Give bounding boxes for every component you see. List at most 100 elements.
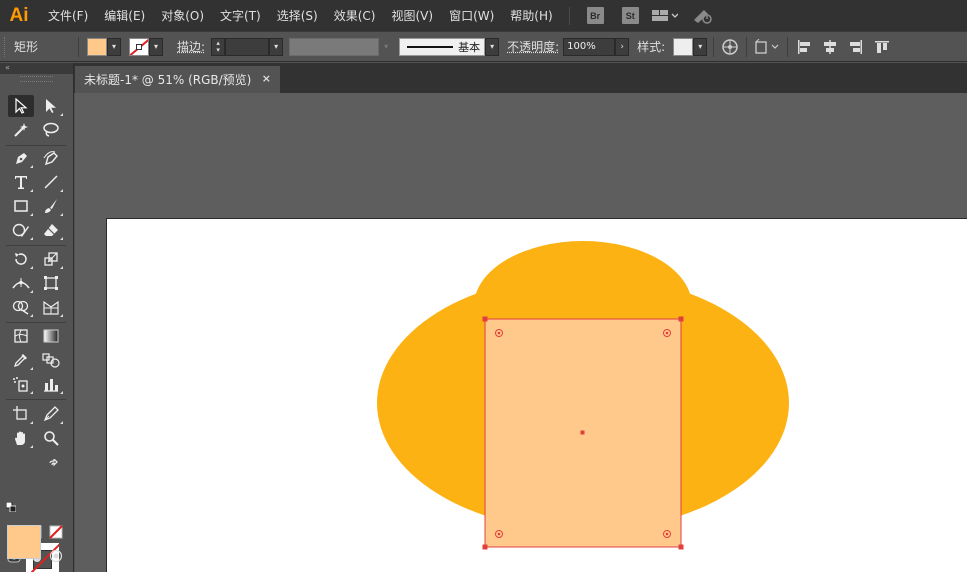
scale-tool[interactable] — [38, 248, 64, 270]
tool-panel-grip[interactable] — [20, 76, 53, 82]
tool-flyout-indicator — [30, 189, 33, 192]
stroke-dropdown-chevron-icon[interactable]: ▾ — [149, 37, 164, 56]
blend-tool[interactable] — [38, 349, 64, 371]
menu-effect[interactable]: 效果(C) — [326, 7, 384, 24]
shape-builder-tool[interactable] — [8, 296, 34, 318]
document-tab[interactable]: 未标题-1* @ 51% (RGB/预览) × — [75, 66, 280, 93]
menu-select[interactable]: 选择(S) — [269, 7, 326, 24]
recolor-artwork-icon[interactable] — [720, 37, 740, 57]
tool-flyout-indicator — [60, 266, 63, 269]
scale-icon — [44, 252, 58, 266]
paintbrush-tool[interactable] — [38, 195, 64, 217]
graphic-style-chevron-icon[interactable]: ▾ — [693, 37, 708, 56]
anchor-point-bottom-left[interactable] — [482, 544, 488, 550]
none-mode-button[interactable] — [47, 523, 65, 541]
menu-type[interactable]: 文字(T) — [212, 7, 269, 24]
width-tool-icon — [12, 278, 30, 289]
eyedropper-tool[interactable] — [8, 349, 34, 371]
fill-color-swatch[interactable] — [87, 37, 108, 56]
control-bar: 矩形 ▾ ▾ 描边: ▴ ▾ ▾ ▾ 基本 ▾ 不透明度: 100% › 样式: … — [0, 31, 967, 62]
align-top-icon[interactable] — [872, 37, 892, 57]
free-transform-tool[interactable] — [38, 272, 64, 294]
lasso-tool[interactable] — [38, 119, 64, 141]
variable-width-profile-select[interactable] — [289, 37, 380, 56]
fill-dropdown-chevron-icon[interactable]: ▾ — [107, 37, 122, 56]
align-horizontal-center-icon[interactable] — [820, 37, 840, 57]
anchor-point-top-right[interactable] — [678, 316, 684, 322]
control-bar-grip[interactable] — [4, 36, 10, 57]
menu-view[interactable]: 视图(V) — [383, 7, 441, 24]
curvature-tool[interactable] — [38, 147, 64, 169]
menu-object[interactable]: 对象(O) — [153, 7, 212, 24]
brush-line-icon — [407, 45, 454, 48]
align-to-icon[interactable] — [753, 37, 781, 57]
artboard-tool[interactable] — [8, 403, 34, 425]
pen-tool[interactable] — [8, 147, 34, 169]
menu-bar: Ai 文件(F) 编辑(E) 对象(O) 文字(T) 选择(S) 效果(C) 视… — [0, 0, 967, 31]
draw-inside-button[interactable] — [47, 547, 65, 565]
gpu-performance-icon[interactable] — [692, 8, 714, 24]
none-mode-icon — [49, 525, 63, 539]
stroke-weight-chevron-icon[interactable]: ▾ — [269, 37, 284, 56]
menu-edit[interactable]: 编辑(E) — [96, 7, 153, 24]
anchor-point-top-left[interactable] — [482, 316, 488, 322]
separator — [713, 36, 715, 57]
tool-flyout-indicator — [30, 165, 33, 168]
perspective-grid-tool[interactable] — [38, 296, 64, 318]
eyedropper-icon — [13, 354, 27, 368]
magic-wand-tool[interactable] — [8, 119, 34, 141]
canvas-pasteboard[interactable] — [75, 93, 967, 572]
opacity-label[interactable]: 不透明度: — [507, 38, 559, 55]
rotate-tool[interactable] — [8, 248, 34, 270]
tool-flyout-indicator — [30, 391, 33, 394]
gradient-tool[interactable] — [38, 325, 64, 347]
default-fill-stroke-button[interactable] — [4, 500, 18, 514]
document-tab-close-icon[interactable]: × — [262, 72, 271, 85]
fill-color-box[interactable] — [7, 525, 41, 559]
bridge-button[interactable]: Br — [586, 7, 604, 24]
selection-arrow-icon — [15, 98, 28, 114]
anchor-point-bottom-right[interactable] — [678, 544, 684, 550]
brush-definition-chevron-icon[interactable]: ▾ — [485, 37, 500, 56]
line-segment-icon — [44, 175, 58, 189]
variable-width-chevron-icon[interactable]: ▾ — [379, 37, 394, 56]
stock-button[interactable]: St — [621, 7, 639, 24]
rectangle-icon — [14, 200, 28, 212]
selection-tool[interactable] — [8, 95, 34, 117]
tool-panel-collapse-button[interactable]: « — [0, 63, 73, 74]
tool-flyout-indicator — [60, 189, 63, 192]
stroke-weight-input[interactable] — [225, 37, 270, 56]
line-segment-tool[interactable] — [38, 171, 64, 193]
width-tool[interactable] — [8, 272, 34, 294]
brush-definition-select[interactable]: 基本 — [399, 37, 486, 56]
column-graph-tool[interactable] — [38, 373, 64, 395]
hand-tool[interactable] — [8, 427, 34, 449]
menu-file[interactable]: 文件(F) — [40, 7, 96, 24]
type-tool[interactable] — [8, 171, 34, 193]
eraser-tool[interactable] — [38, 219, 64, 241]
zoom-tool[interactable] — [38, 427, 64, 449]
direct-selection-tool[interactable] — [38, 95, 64, 117]
document-tab-bar: 未标题-1* @ 51% (RGB/预览) × — [74, 63, 967, 93]
mesh-tool[interactable] — [8, 325, 34, 347]
blend-icon — [42, 353, 60, 368]
menu-help[interactable]: 帮助(H) — [502, 7, 560, 24]
slice-tool[interactable] — [38, 403, 64, 425]
selected-rectangle[interactable] — [482, 316, 684, 550]
symbol-sprayer-tool[interactable] — [8, 373, 34, 395]
eraser-icon — [44, 224, 58, 236]
graphic-style-swatch[interactable] — [673, 37, 694, 56]
style-label-colon: : — [661, 40, 666, 54]
opacity-input[interactable]: 100% — [563, 37, 616, 56]
opacity-chevron-icon[interactable]: › — [615, 37, 630, 56]
shaper-tool[interactable] — [8, 219, 34, 241]
stroke-weight-stepper[interactable]: ▴ ▾ — [211, 37, 226, 56]
swap-fill-stroke-button[interactable] — [46, 457, 62, 473]
align-right-icon[interactable] — [846, 37, 866, 57]
align-left-icon[interactable] — [794, 37, 814, 57]
menu-window[interactable]: 窗口(W) — [441, 7, 502, 24]
stroke-color-swatch[interactable] — [129, 37, 150, 56]
rectangle-tool[interactable] — [8, 195, 34, 217]
workspace-layout-icon[interactable] — [651, 9, 678, 23]
opacity-label-text: 不透明度 — [507, 40, 556, 54]
